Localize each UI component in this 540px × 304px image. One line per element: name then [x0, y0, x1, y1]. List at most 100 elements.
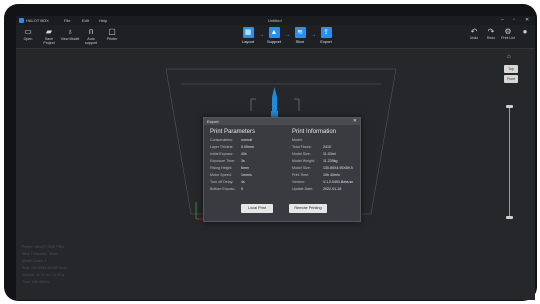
menu-bar: HALOT BOX File Edit Help Untitled – ▫ ✕	[16, 16, 535, 25]
info-key: Model Weight:	[292, 159, 315, 163]
param-key: Exposure Time:	[210, 159, 235, 163]
undo-icon: ↶	[470, 27, 478, 36]
front-view-button[interactable]: Front	[504, 75, 518, 83]
close-icon[interactable]: ✕	[353, 118, 357, 125]
param-value: 3s	[241, 159, 245, 163]
param-row: Motor Speed: 1mm/s	[210, 173, 252, 177]
info-row: Total Floors: 2410	[292, 145, 331, 149]
status-line: Volume: 11.03 ml / 11.24 g	[22, 273, 65, 277]
arrow-icon: →	[311, 32, 316, 38]
stage-export[interactable]: ⇪ Export	[317, 27, 335, 46]
open-button[interactable]: ▭ Open	[18, 27, 38, 46]
param-row: Exposure Time: 3s	[210, 159, 245, 163]
main-toolbar: ▭ Open ▰ Save Project ♁ View Model ᴨ Aut…	[16, 25, 535, 49]
stage-slice-label: Slice	[295, 39, 305, 44]
menu-edit[interactable]: Edit	[82, 16, 89, 25]
layout-icon: ▦	[242, 27, 254, 38]
info-value: 2022-01-18	[323, 187, 342, 191]
info-value: 11.03ml	[323, 152, 336, 156]
menu-help[interactable]: Help	[99, 16, 107, 25]
support-icon: ▲	[268, 27, 280, 38]
param-value: 0.05mm	[241, 145, 254, 149]
print-list-button[interactable]: ⚙ Print List	[500, 27, 516, 46]
redo-label: Redo	[486, 36, 496, 40]
info-value: 130.89X4.95X89.5	[323, 166, 353, 170]
maximize-icon[interactable]: ▫	[513, 16, 515, 25]
status-line: Size: 130.89X4.95X89.5mm	[22, 266, 67, 270]
param-key: Bottom Exposu:	[210, 187, 236, 191]
view-model-icon: ♁	[67, 27, 73, 36]
printer-icon: ▢	[108, 27, 116, 36]
info-row: Version: V.1.2.0491.Beta.sn	[292, 180, 353, 184]
info-row: Model Weight: 11.239kg	[292, 159, 338, 163]
stage-export-label: Export	[320, 39, 332, 44]
layer-slider-bottom-handle[interactable]	[506, 216, 513, 219]
stage-slice[interactable]: ≋ Slice	[291, 27, 309, 46]
save-project-label: Save Project	[43, 37, 55, 45]
param-row: Turn off Delay: 4s	[210, 180, 245, 184]
param-row: Layer Thickne: 0.05mm	[210, 145, 254, 149]
print-list-icon: ⚙	[504, 27, 512, 36]
print-parameters-title: Print Parameters	[210, 129, 256, 135]
param-key: Motor Speed:	[210, 173, 232, 177]
minimize-icon[interactable]: –	[501, 16, 504, 25]
printer-button[interactable]: ▢ Printer	[102, 27, 122, 46]
top-view-button[interactable]: Top	[504, 65, 518, 73]
menu-file[interactable]: File	[64, 16, 70, 25]
user-button[interactable]: ●	[517, 27, 533, 46]
info-row: Model Size: 11.03ml	[292, 152, 336, 156]
dialog-titlebar: Export ✕	[204, 118, 360, 125]
param-value: 1mm/s	[241, 173, 252, 177]
param-key: Rising Height:	[210, 166, 233, 170]
param-value: 5	[241, 187, 243, 191]
info-key: Update Date:	[292, 187, 314, 191]
save-project-button[interactable]: ▰ Save Project	[39, 27, 59, 46]
layer-slider-top-handle[interactable]	[506, 105, 513, 108]
stage-support[interactable]: ▲ Support	[265, 27, 283, 46]
app-name: HALOT BOX	[26, 18, 49, 23]
arrow-icon: →	[259, 32, 264, 38]
3d-viewport[interactable]: Export ✕ Print Parameters Consumables: no…	[16, 49, 535, 300]
view-model-button[interactable]: ♁ View Model	[60, 27, 80, 46]
layer-slider[interactable]	[509, 107, 510, 217]
status-line: Printer: HALOT-ONE PRO	[22, 245, 65, 249]
printer-label: Printer	[106, 37, 118, 41]
stage-support-label: Support	[266, 39, 281, 44]
remote-printing-button[interactable]: Remote Printing	[289, 204, 327, 213]
stage-layout[interactable]: ▦ Layout	[239, 27, 257, 46]
info-row: Model:	[292, 138, 323, 142]
app-logo-icon	[19, 18, 24, 23]
param-row: Initial Exposur: 40s	[210, 152, 247, 156]
info-value: 2410	[323, 145, 331, 149]
tablet-frame: HALOT BOX File Edit Help Untitled – ▫ ✕ …	[4, 4, 537, 301]
view-model-label: View Model	[60, 37, 80, 41]
slice-icon: ≋	[294, 27, 306, 38]
status-line: Slice Thickness: 50um	[22, 252, 58, 256]
info-row: Model Size: 130.89X4.95X89.5	[292, 166, 353, 170]
app-screen: HALOT BOX File Edit Help Untitled – ▫ ✕ …	[16, 16, 535, 300]
info-row: Update Date: 2022-01-18	[292, 187, 341, 191]
param-row: Bottom Exposu: 5	[210, 187, 243, 191]
undo-label: Undo	[469, 36, 479, 40]
info-key: Model Size:	[292, 166, 311, 170]
redo-button[interactable]: ↷ Redo	[483, 27, 499, 46]
info-value: 11.239kg	[323, 159, 338, 163]
home-icon[interactable]: ⌂	[507, 54, 511, 60]
print-information-title: Print Information	[292, 129, 337, 135]
auto-support-label: Auto support	[85, 37, 97, 45]
redo-icon: ↷	[487, 27, 495, 36]
status-line: Model Count: 1	[22, 259, 47, 263]
save-icon: ▰	[45, 27, 53, 36]
undo-button[interactable]: ↶ Undo	[466, 27, 482, 46]
export-icon: ⇪	[320, 27, 332, 38]
info-key: Version:	[292, 180, 305, 184]
info-key: Print Time:	[292, 173, 310, 177]
info-value: 10h 40min	[323, 173, 340, 177]
local-print-button[interactable]: Local Print	[241, 204, 273, 213]
folder-open-icon: ▭	[24, 27, 32, 36]
param-key: Turn off Delay:	[210, 180, 234, 184]
auto-support-button[interactable]: ᴨ Auto support	[81, 27, 101, 46]
param-key: Layer Thickne:	[210, 145, 234, 149]
close-icon[interactable]: ✕	[525, 16, 529, 25]
param-row: Rising Height: 6mm	[210, 166, 249, 170]
